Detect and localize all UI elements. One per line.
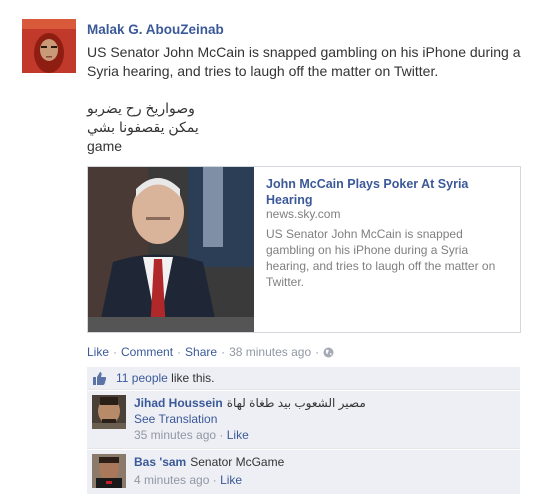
- author-name[interactable]: Malak G. AbouZeinab: [87, 22, 224, 37]
- comment-line: Bas 'sam Senator McGame: [134, 454, 514, 470]
- post-extra-text: وصواريخ رح يضربو يمكن يقصفونا بشي game: [87, 99, 199, 156]
- post-timestamp[interactable]: 38 minutes ago: [229, 345, 311, 359]
- thumbs-up-icon: [92, 371, 107, 386]
- comment-line: Jihad Houssein مصير الشعوب بيد طغاة لهاة: [134, 395, 514, 411]
- commenter-name[interactable]: Bas 'sam: [134, 455, 186, 469]
- likes-suffix: like this.: [171, 371, 215, 385]
- post-extra-line: وصواريخ رح يضربو: [87, 100, 195, 116]
- shared-link-domain: news.sky.com: [266, 207, 341, 221]
- likes-summary: 11 people like this.: [87, 367, 520, 390]
- comment: Bas 'sam Senator McGame 4 minutes ago · L…: [87, 450, 520, 494]
- post-message: US Senator John McCain is snapped gambli…: [87, 44, 521, 79]
- comment-body: Jihad Houssein مصير الشعوب بيد طغاة لهاة …: [134, 395, 514, 443]
- separator: ·: [212, 473, 217, 487]
- post-extra-line: game: [87, 138, 123, 154]
- post-extra-line: يمكن يقصفونا بشي: [87, 119, 199, 135]
- comment-like-link[interactable]: Like: [227, 428, 249, 442]
- comment-text: Senator McGame: [190, 455, 285, 469]
- share-link[interactable]: Share: [185, 345, 217, 359]
- feed-story: Malak G. AbouZeinab US Senator John McCa…: [0, 0, 550, 496]
- comment-like-link[interactable]: Like: [220, 473, 242, 487]
- post-actions: Like · Comment · Share · 38 minutes ago …: [87, 345, 334, 359]
- see-translation-link[interactable]: See Translation: [134, 411, 217, 427]
- shared-link-thumbnail[interactable]: [88, 167, 254, 332]
- shared-link-description: US Senator John McCain is snapped gambli…: [266, 227, 496, 289]
- comment: Jihad Houssein مصير الشعوب بيد طغاة لهاة …: [87, 391, 520, 449]
- commenter-name[interactable]: Jihad Houssein: [134, 396, 223, 410]
- comment-link[interactable]: Comment: [121, 345, 173, 359]
- separator: ·: [221, 345, 226, 359]
- likes-text: 11 people like this.: [116, 371, 215, 385]
- comment-text: مصير الشعوب بيد طغاة لهاة: [226, 396, 366, 410]
- globe-icon[interactable]: [323, 347, 334, 358]
- comment-meta: 35 minutes ago · Like: [134, 427, 514, 443]
- comment-timestamp[interactable]: 35 minutes ago: [134, 428, 216, 442]
- separator: ·: [315, 345, 320, 359]
- commenter-avatar[interactable]: [92, 395, 126, 429]
- shared-link-card[interactable]: John McCain Plays Poker At Syria Hearing…: [87, 166, 521, 333]
- comment-body: Bas 'sam Senator McGame 4 minutes ago · L…: [134, 454, 514, 488]
- separator: ·: [219, 428, 224, 442]
- separator: ·: [177, 345, 182, 359]
- likes-count-link[interactable]: 11 people: [116, 371, 168, 385]
- author-avatar[interactable]: [22, 19, 76, 73]
- comment-meta: 4 minutes ago · Like: [134, 472, 514, 488]
- separator: ·: [113, 345, 118, 359]
- like-link[interactable]: Like: [87, 345, 109, 359]
- commenter-avatar[interactable]: [92, 454, 126, 488]
- shared-link-title[interactable]: John McCain Plays Poker At Syria Hearing: [266, 176, 506, 208]
- comment-timestamp[interactable]: 4 minutes ago: [134, 473, 209, 487]
